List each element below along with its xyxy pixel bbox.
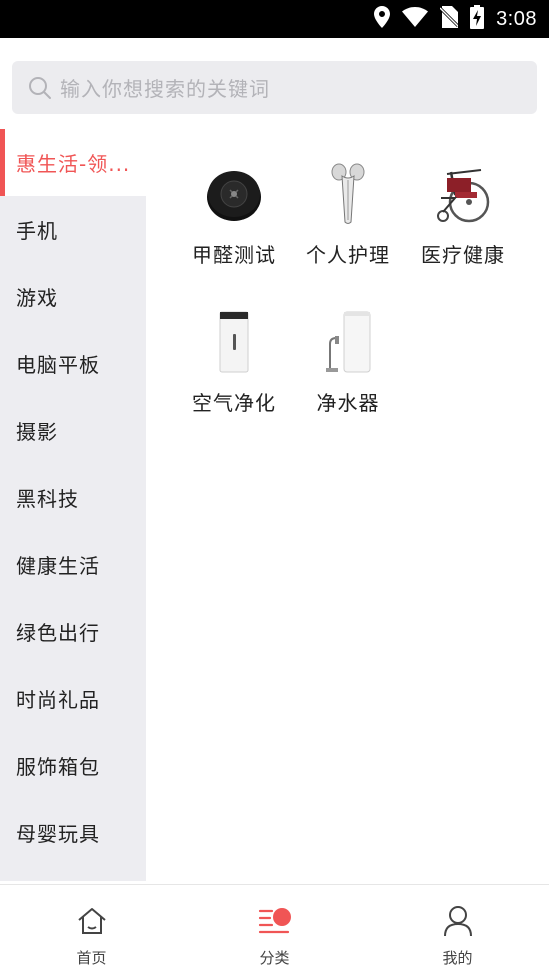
sidebar-item-label: 绿色出行 <box>16 621 100 645</box>
sidebar-item-apparel-bags[interactable]: 服饰箱包 <box>0 732 146 799</box>
subcategory-name: 甲醛测试 <box>192 243 276 267</box>
location-icon <box>374 6 391 32</box>
subcategory-personal-care[interactable]: 个人护理 <box>293 159 403 268</box>
subcategory-name: 医疗健康 <box>421 243 505 267</box>
sidebar-item-label: 惠生活-领... <box>16 152 131 176</box>
subcategory-name: 净水器 <box>316 391 380 415</box>
subcategory-formaldehyde-test[interactable]: 甲醛测试 <box>179 159 289 268</box>
subcategory-grid: 甲醛测试 个人护理 医疗健康 空气净化 净水器 <box>146 129 549 881</box>
battery-charging-icon <box>470 5 485 33</box>
subcategory-name: 空气净化 <box>192 391 276 415</box>
sidebar-item-label: 摄影 <box>16 420 58 444</box>
formaldehyde-detector-icon <box>199 159 269 229</box>
search-icon <box>28 76 52 100</box>
tab-label: 我的 <box>442 949 473 967</box>
user-icon <box>441 904 475 938</box>
sidebar-item-phone[interactable]: 手机 <box>0 196 146 263</box>
subcategory-air-purification[interactable]: 空气净化 <box>179 307 289 416</box>
tab-mine[interactable]: 我的 <box>366 885 549 976</box>
sidebar-item-label: 游戏 <box>16 286 58 310</box>
sidebar-item-photography[interactable]: 摄影 <box>0 397 146 464</box>
sidebar-item-baby-toys[interactable]: 母婴玩具 <box>0 799 146 866</box>
search-input[interactable]: 输入你想搜索的关键词 <box>60 73 270 102</box>
status-time: 3:08 <box>496 7 537 30</box>
subcategory-name: 个人护理 <box>306 243 390 267</box>
tab-label: 首页 <box>76 949 107 967</box>
sidebar-item-label: 时尚礼品 <box>16 688 100 712</box>
tab-home[interactable]: 首页 <box>0 885 183 976</box>
category-sidebar: 惠生活-领... 手机 游戏 电脑平板 摄影 黑科技 健康生活 绿色出行 时尚礼… <box>0 129 146 881</box>
tab-category[interactable]: 分类 <box>183 885 366 976</box>
sidebar-item-label: 母婴玩具 <box>16 822 100 846</box>
wifi-icon <box>402 7 429 31</box>
sidebar-item-computer-tablet[interactable]: 电脑平板 <box>0 330 146 397</box>
sidebar-item-games[interactable]: 游戏 <box>0 263 146 330</box>
sidebar-item-healthy-living[interactable]: 健康生活 <box>0 531 146 598</box>
sidebar-item-label: 黑科技 <box>16 487 79 511</box>
home-icon <box>75 904 109 938</box>
wheelchair-icon <box>428 159 498 229</box>
status-icons: 3:08 <box>374 0 537 38</box>
bottom-tab-bar: 首页 分类 我的 <box>0 884 549 976</box>
sidebar-item-hui-life[interactable]: 惠生活-领... <box>0 129 146 196</box>
search-bar[interactable]: 输入你想搜索的关键词 <box>12 61 537 114</box>
tab-label: 分类 <box>259 949 290 967</box>
category-icon <box>258 904 292 938</box>
sidebar-item-label: 健康生活 <box>16 554 100 578</box>
subcategory-medical-health[interactable]: 医疗健康 <box>408 159 518 268</box>
sidebar-item-black-tech[interactable]: 黑科技 <box>0 464 146 531</box>
sidebar-item-label: 手机 <box>16 219 58 243</box>
sidebar-item-green-travel[interactable]: 绿色出行 <box>0 598 146 665</box>
face-roller-icon <box>313 159 383 229</box>
air-purifier-icon <box>199 307 269 377</box>
water-purifier-icon <box>313 307 383 377</box>
status-bar: 3:08 <box>0 0 549 38</box>
sidebar-item-label: 电脑平板 <box>16 353 100 377</box>
no-sim-icon <box>439 6 460 32</box>
sidebar-item-label: 服饰箱包 <box>16 755 100 779</box>
sidebar-item-fashion-gifts[interactable]: 时尚礼品 <box>0 665 146 732</box>
subcategory-water-purifier[interactable]: 净水器 <box>293 307 403 416</box>
